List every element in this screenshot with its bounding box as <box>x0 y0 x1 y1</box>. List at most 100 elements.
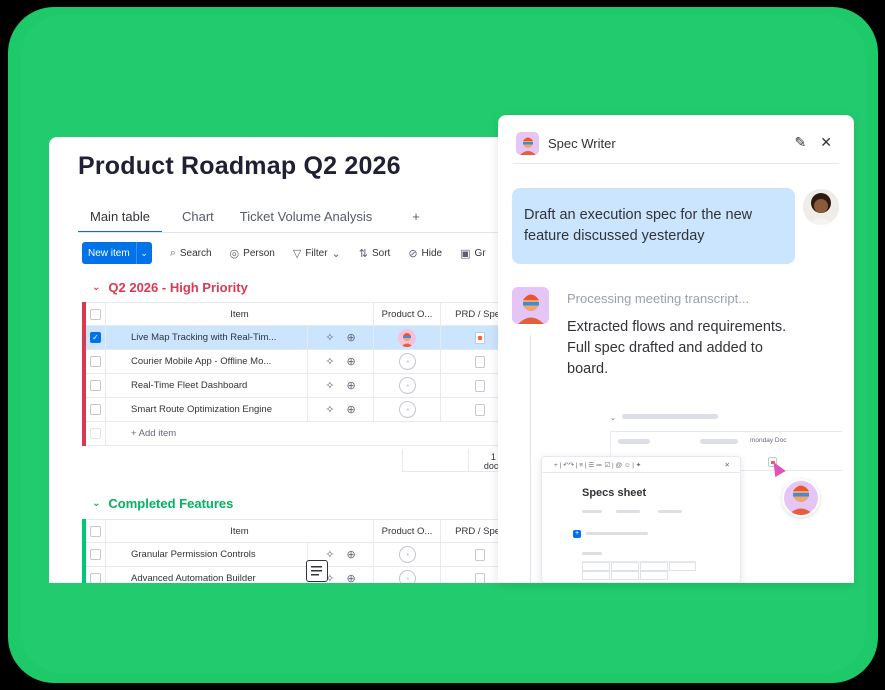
table-header-row: Item Product O... PRD / Spec <box>86 519 519 543</box>
chevron-down-icon[interactable]: ⌄ <box>92 282 100 293</box>
table-row[interactable]: Real-Time Fleet Dashboard ✧ ⊕ ◔ <box>86 374 519 398</box>
close-icon[interactable]: ✕ <box>820 134 832 151</box>
item-name[interactable]: Granular Permission Controls <box>106 543 308 566</box>
row-checkbox-cell[interactable] <box>86 374 106 397</box>
doc-icon[interactable] <box>475 379 485 392</box>
table-row[interactable]: Smart Route Optimization Engine ✧ ⊕ ◔ <box>86 398 519 422</box>
owner-cell[interactable]: ◔ <box>374 543 441 566</box>
sparkle-icon[interactable]: ✧ <box>325 331 334 344</box>
filter-label: Filter <box>305 247 328 259</box>
select-all-checkbox[interactable] <box>90 525 101 537</box>
person-filter-button[interactable]: ◎ Person <box>230 247 275 260</box>
sparkle-icon[interactable]: ✧ <box>325 403 334 416</box>
empty-avatar-icon: ◔ <box>398 546 416 563</box>
row-checkbox-cell[interactable]: ✓ <box>86 326 106 349</box>
item-name[interactable]: Advanced Automation Builder <box>106 567 308 583</box>
select-all-cell[interactable] <box>86 303 106 325</box>
tab-main-table[interactable]: Main table <box>78 205 162 233</box>
row-checkbox-cell[interactable] <box>86 350 106 373</box>
item-name[interactable]: Courier Mobile App - Offline Mo... <box>106 350 308 373</box>
sheet-title: Specs sheet <box>582 487 647 499</box>
row-checkbox[interactable]: ✓ <box>90 332 101 343</box>
chevron-down-icon: ⌄ <box>331 247 341 260</box>
add-update-icon[interactable]: ⊕ <box>347 403 356 416</box>
column-header-item[interactable]: Item <box>106 303 374 325</box>
column-header-owner[interactable]: Product O... <box>374 520 441 542</box>
hide-button[interactable]: ⊘ Hide <box>408 247 442 260</box>
search-button[interactable]: ⌕ Search <box>170 247 212 260</box>
item-name[interactable]: Real-Time Fleet Dashboard <box>106 374 308 397</box>
new-item-button[interactable]: New item ⌄ <box>82 242 152 264</box>
table-row[interactable]: Courier Mobile App - Offline Mo... ✧ ⊕ ◔ <box>86 350 519 374</box>
person-icon: ◎ <box>229 247 240 260</box>
sparkle-icon[interactable]: ✧ <box>325 379 334 392</box>
close-icon[interactable]: ✕ <box>725 461 730 469</box>
drag-doc-icon[interactable] <box>306 560 328 582</box>
add-view-button[interactable]: + <box>400 205 432 233</box>
group-title: Completed Features <box>108 496 234 511</box>
owner-cell[interactable]: ◔ <box>374 398 441 421</box>
owner-cell[interactable]: ◔ <box>374 350 441 373</box>
row-checkbox-cell[interactable] <box>86 398 106 421</box>
sheet-table-skeleton <box>582 561 696 580</box>
avatar <box>398 328 416 347</box>
sparkle-icon[interactable]: ✧ <box>325 355 334 368</box>
doc-icon[interactable] <box>475 403 485 416</box>
chevron-down-icon[interactable]: ⌄ <box>135 242 152 264</box>
table-row[interactable]: ✓ Live Map Tracking with Real-Tim... ✧ ⊕ <box>86 326 519 350</box>
table-row[interactable]: Granular Permission Controls ✧ ⊕ ◔ <box>86 543 519 567</box>
table-header-row: Item Product O... PRD / Spec <box>86 302 519 326</box>
edit-icon[interactable]: ✎ <box>795 134 807 151</box>
filter-button[interactable]: ▽ Filter ⌄ <box>293 247 341 260</box>
group-header-high-priority[interactable]: ⌄ Q2 2026 - High Priority <box>92 280 248 295</box>
add-update-icon[interactable]: ⊕ <box>347 379 356 392</box>
table-row[interactable]: Advanced Automation Builder ✧ ⊕ ◔ <box>86 567 519 583</box>
owner-cell[interactable]: ◔ <box>374 567 441 583</box>
skeleton-bar <box>622 414 718 419</box>
thread-line <box>530 335 531 583</box>
search-label: Search <box>179 247 212 259</box>
group-header-completed[interactable]: ⌄ Completed Features <box>92 496 233 511</box>
add-update-icon[interactable]: ⊕ <box>347 331 356 344</box>
select-all-cell[interactable] <box>86 520 106 542</box>
add-item-row[interactable]: + Add item <box>86 422 519 446</box>
filter-icon: ▽ <box>292 247 302 260</box>
eye-off-icon: ⊘ <box>408 247 418 260</box>
add-update-icon[interactable]: ⊕ <box>347 572 356 583</box>
row-checkbox[interactable] <box>90 549 101 560</box>
column-header-owner[interactable]: Product O... <box>374 303 441 325</box>
chevron-down-icon[interactable]: ⌄ <box>92 498 100 509</box>
doc-icon[interactable] <box>475 548 485 561</box>
column-header-item[interactable]: Item <box>106 520 374 542</box>
item-name[interactable]: Smart Route Optimization Engine <box>106 398 308 421</box>
group-by-button[interactable]: ▣ Gr <box>460 247 486 260</box>
skeleton-bar <box>616 510 640 513</box>
add-update-icon[interactable]: ⊕ <box>347 548 356 561</box>
add-update-icon[interactable]: ⊕ <box>347 355 356 368</box>
doc-icon[interactable] <box>475 331 485 344</box>
doc-icon[interactable] <box>475 572 485 583</box>
select-all-checkbox[interactable] <box>90 308 101 320</box>
board-toolbar: New item ⌄ ⌕ Search ◎ Person ▽ Filter ⌄ ⇅ Sor… <box>82 242 486 264</box>
row-checkbox[interactable] <box>90 356 101 367</box>
row-checkbox[interactable] <box>90 380 101 391</box>
row-checkbox[interactable] <box>90 404 101 415</box>
board-window: Product Roadmap Q2 2026 Main table Chart… <box>49 137 519 583</box>
add-block-icon[interactable]: + <box>573 530 581 538</box>
row-checkbox[interactable] <box>90 573 101 583</box>
tabs-divider <box>78 232 519 233</box>
sort-button[interactable]: ⇅ Sort <box>359 247 391 260</box>
sparkle-icon[interactable]: ✧ <box>325 548 334 561</box>
owner-cell[interactable]: ◔ <box>374 374 441 397</box>
owner-cell[interactable] <box>374 326 441 349</box>
specs-sheet-preview: + | ↶↷ | ≡ | ☰ ≔ ☑ | @ ☺ | ✦ ✕ Specs she… <box>541 456 741 583</box>
item-name[interactable]: Live Map Tracking with Real-Tim... <box>106 326 308 349</box>
tab-ticket-volume[interactable]: Ticket Volume Analysis <box>228 205 384 233</box>
mini-doc-column: monday Doc <box>750 437 787 444</box>
doc-icon[interactable] <box>475 355 485 368</box>
add-item-input[interactable]: + Add item <box>106 422 519 445</box>
row-actions: ✧ ⊕ <box>308 398 374 421</box>
row-checkbox-cell[interactable] <box>86 543 106 566</box>
tab-chart[interactable]: Chart <box>170 205 226 233</box>
row-checkbox-cell[interactable] <box>86 567 106 583</box>
